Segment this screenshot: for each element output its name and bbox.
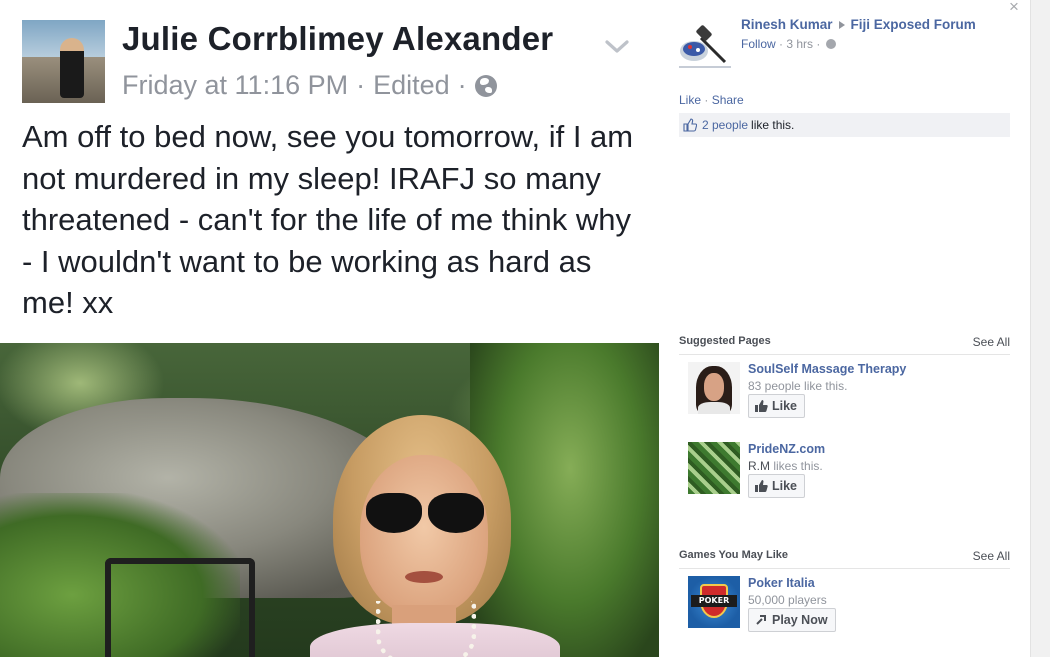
play-icon	[756, 615, 766, 625]
like-icon	[755, 480, 768, 492]
post-timestamp[interactable]: Friday at 11:16 PM	[122, 70, 348, 101]
likes-suffix: like this.	[751, 118, 795, 132]
activity-actions: Like · Share	[679, 93, 744, 107]
page-subtitle: R.M likes this.	[748, 459, 823, 473]
meta-separator: ·	[356, 70, 366, 100]
likes-summary: 2 people like this.	[679, 113, 1010, 137]
see-all-link[interactable]: See All	[973, 549, 1010, 563]
chevron-down-icon[interactable]	[604, 34, 630, 60]
activity-group[interactable]: Fiji Exposed Forum	[851, 17, 976, 32]
meta-separator: ·	[457, 70, 467, 100]
like-page-button[interactable]: Like	[748, 394, 806, 418]
like-page-button[interactable]: Like	[748, 474, 806, 498]
arrow-right-icon	[838, 20, 845, 29]
game-name[interactable]: Poker Italia	[748, 576, 815, 590]
follow-link[interactable]: Follow	[741, 37, 776, 51]
page-subtitle: 83 people like this.	[748, 379, 848, 393]
post-text: Am off to bed now, see you tomorrow, if …	[22, 119, 634, 320]
likes-count-link[interactable]: 2 people	[702, 118, 748, 132]
author-name[interactable]: Julie Corrblimey Alexander	[122, 20, 553, 58]
game-logo-text: POKER	[691, 595, 737, 607]
avatar-underline	[679, 66, 731, 68]
ticker-sidebar: Rinesh Kumar Fiji Exposed Forum Follow ·…	[660, 0, 1030, 657]
like-button-label: Like	[772, 399, 798, 413]
activity-time[interactable]: 3 hrs	[786, 37, 813, 51]
like-icon	[755, 400, 768, 412]
activity-header: Rinesh Kumar Fiji Exposed Forum	[741, 17, 976, 32]
play-now-button[interactable]: Play Now	[748, 608, 836, 632]
post-meta: Friday at 11:16 PM · Edited ·	[122, 70, 497, 101]
page-thumbnail[interactable]	[688, 442, 740, 494]
page-name[interactable]: PrideNZ.com	[748, 442, 825, 456]
activity-user[interactable]: Rinesh Kumar	[741, 17, 833, 32]
post-card: Julie Corrblimey Alexander Friday at 11:…	[0, 0, 660, 657]
author-avatar[interactable]	[22, 20, 105, 103]
group-avatar[interactable]	[679, 18, 731, 66]
suggested-page-item: SoulSelf Massage Therapy 83 people like …	[688, 362, 988, 422]
globe-icon[interactable]	[474, 74, 497, 97]
meta-separator: ·	[779, 37, 784, 51]
post-photo[interactable]	[0, 343, 659, 657]
like-button-label: Like	[772, 479, 798, 493]
scrollbar[interactable]	[1030, 0, 1050, 657]
suggested-page-item: PrideNZ.com R.M likes this. Like	[688, 442, 988, 502]
thumbs-up-icon	[683, 118, 697, 132]
game-item: POKER Poker Italia 50,000 players Play N…	[688, 576, 988, 636]
edited-label[interactable]: Edited	[373, 70, 450, 101]
share-link[interactable]: Share	[712, 93, 744, 107]
section-title: Games You May Like	[679, 549, 789, 561]
section-title: Suggested Pages	[679, 335, 771, 347]
activity-meta: Follow · 3 hrs ·	[741, 37, 836, 51]
see-all-link[interactable]: See All	[973, 335, 1010, 349]
action-separator: ·	[704, 93, 709, 107]
suggested-pages-header: Suggested Pages See All	[679, 335, 1010, 355]
page-name[interactable]: SoulSelf Massage Therapy	[748, 362, 906, 376]
friend-initials[interactable]: R.M	[748, 459, 770, 473]
game-thumbnail[interactable]: POKER	[688, 576, 740, 628]
page-thumbnail[interactable]	[688, 362, 740, 414]
games-header: Games You May Like See All	[679, 549, 1010, 569]
globe-icon	[825, 39, 836, 49]
play-button-label: Play Now	[772, 613, 828, 627]
close-icon[interactable]: ×	[1009, 0, 1019, 15]
meta-separator: ·	[816, 37, 821, 51]
like-link[interactable]: Like	[679, 93, 701, 107]
game-subtitle: 50,000 players	[748, 593, 827, 607]
